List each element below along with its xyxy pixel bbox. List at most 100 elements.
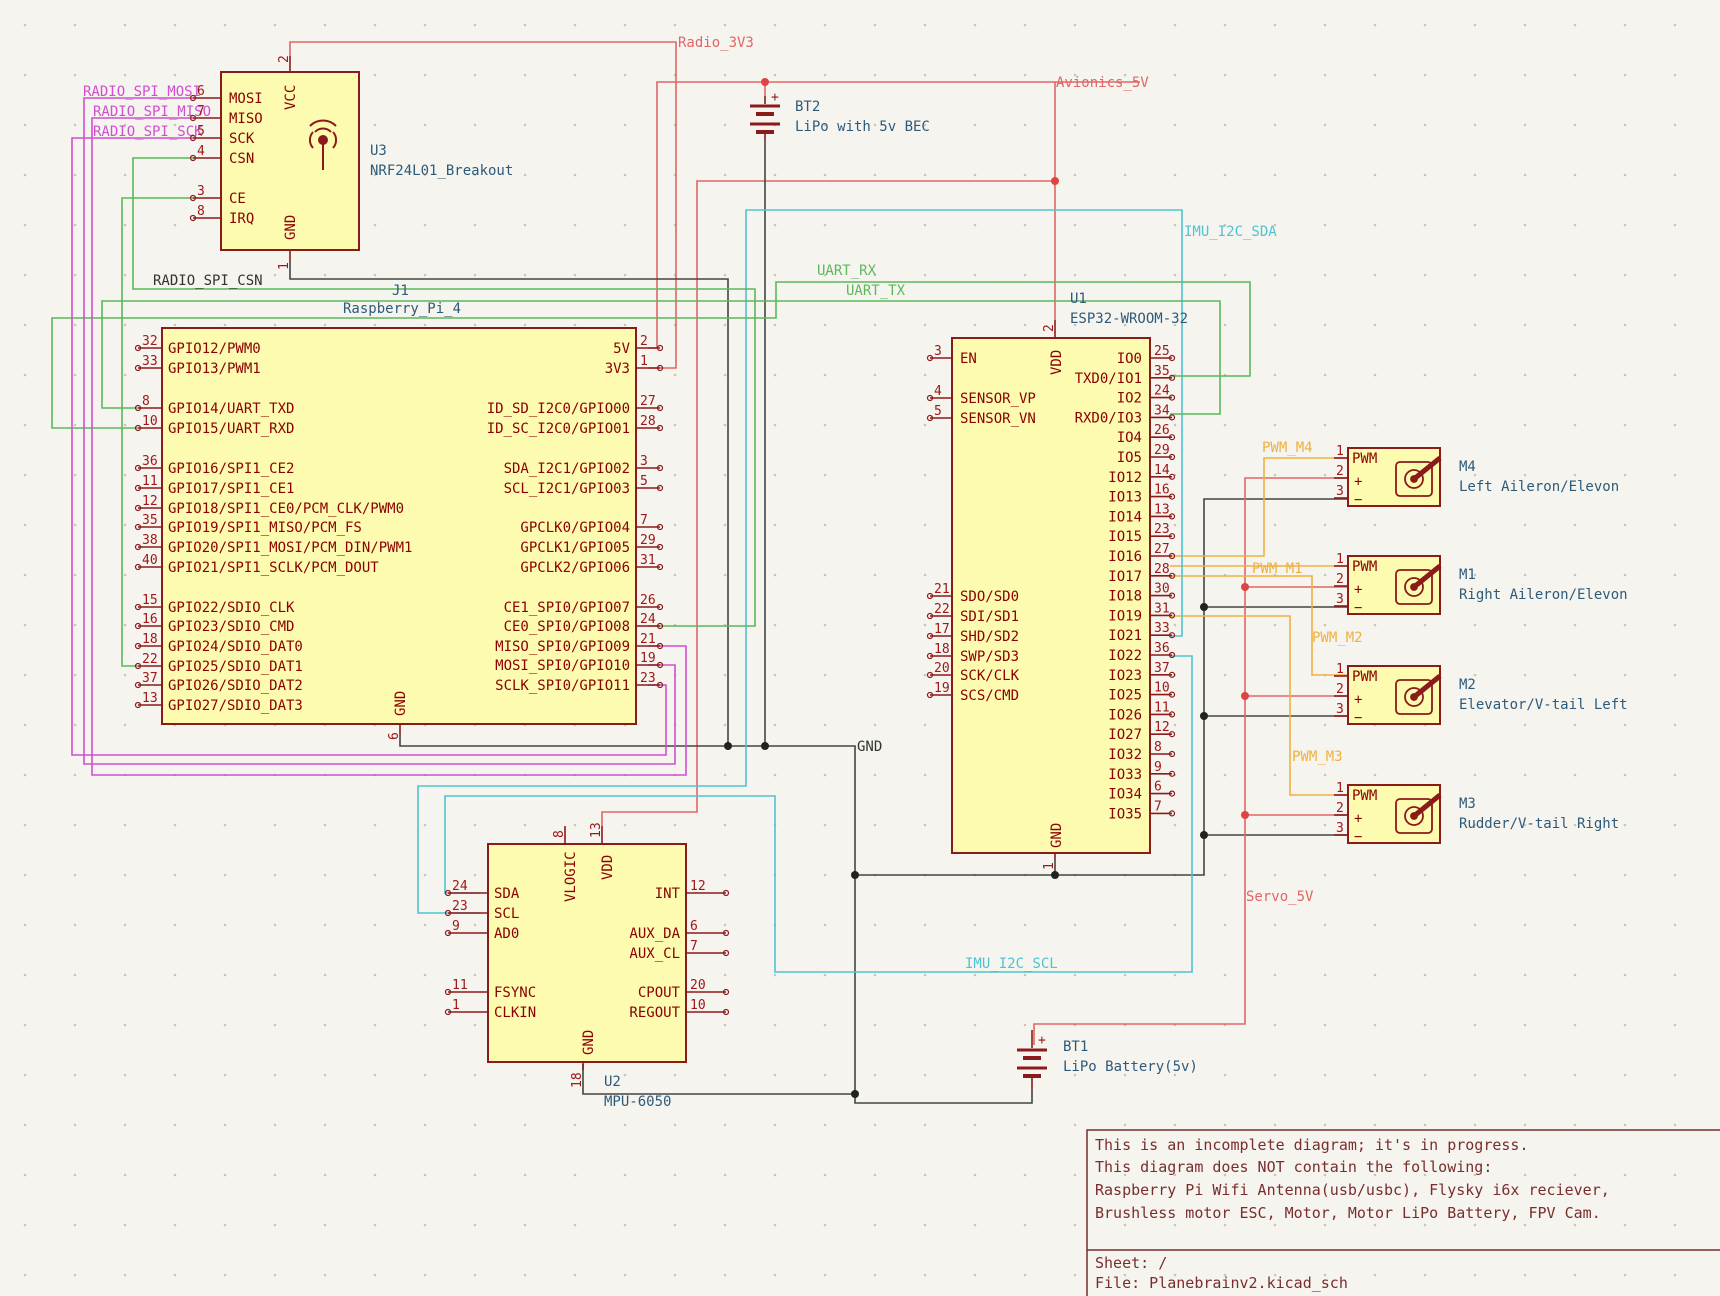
u1-gnd-label: GND <box>1049 823 1065 848</box>
u3-pin-name: CE <box>229 191 246 207</box>
u1-pin-name: TXD0/IO1 <box>1075 371 1142 387</box>
j1-pin-number: 32 <box>142 334 158 349</box>
j1-pin-name: GPIO15/UART_RXD <box>168 421 294 437</box>
j1-pin-name: SCL_I2C1/GPIO03 <box>504 481 630 497</box>
j1-pin-number: 27 <box>640 394 656 409</box>
servo-pin-number: 2 <box>1336 801 1344 816</box>
u2-pin-number: 7 <box>690 939 698 954</box>
u3-pin-number: 6 <box>197 84 205 99</box>
servo-ref: M1 <box>1459 567 1476 583</box>
component-j1[interactable]: J1 Raspberry_Pi_4 32 GPIO12/PWM033 GPIO13/… <box>134 283 664 740</box>
j1-pin-number: 13 <box>142 691 158 706</box>
servo-plus-label: + <box>1354 474 1362 490</box>
u1-gnd-num: 1 <box>1042 862 1057 870</box>
u3-pin-name: SCK <box>229 131 255 147</box>
u2-vdd-num: 13 <box>589 822 604 838</box>
j1-pin-number: 15 <box>142 593 158 608</box>
j1-pin-number: 18 <box>142 632 158 647</box>
junction <box>1200 831 1208 839</box>
u1-pin-name: SHD/SD2 <box>960 629 1019 645</box>
u1-pin-name: IO2 <box>1117 391 1142 407</box>
u2-pin-name: SCL <box>494 906 519 922</box>
u1-pin-name: RXD0/IO3 <box>1075 410 1142 426</box>
u1-pin-number: 13 <box>1154 502 1170 517</box>
j1-pin-name: GPIO21/SPI1_SCLK/PCM_DOUT <box>168 560 379 576</box>
u1-pin-name: IO34 <box>1108 787 1142 803</box>
j1-pin-number: 29 <box>640 533 656 548</box>
u1-pin-name: EN <box>960 351 977 367</box>
u3-vcc-num: 2 <box>277 55 292 63</box>
j1-pin-name: GPIO26/SDIO_DAT2 <box>168 678 303 694</box>
j1-pin-name: ID_SC_I2C0/GPIO01 <box>487 421 630 437</box>
u2-vdd-label: VDD <box>600 855 616 880</box>
servo-pwm-label: PWM <box>1352 669 1377 685</box>
u1-pin-name: IO23 <box>1108 668 1142 684</box>
junction <box>761 78 769 86</box>
j1-pin-number: 3 <box>640 454 648 469</box>
j1-pin-name: GPCLK2/GPIO06 <box>520 560 630 576</box>
j1-pin-name: GPIO23/SDIO_CMD <box>168 619 294 635</box>
servo-pwm-label: PWM <box>1352 788 1377 804</box>
j1-pin-number: 5 <box>640 474 648 489</box>
u1-pin-name: SENSOR_VP <box>960 391 1036 407</box>
u2-value: MPU-6050 <box>604 1094 671 1110</box>
u2-pin-name: FSYNC <box>494 985 536 1001</box>
u2-pin-name: CLKIN <box>494 1005 536 1021</box>
u3-pin-number: 4 <box>197 144 205 159</box>
u1-pin-name: IO17 <box>1108 569 1142 585</box>
j1-pin-name: CE1_SPI0/GPIO07 <box>504 600 630 616</box>
u1-pin-name: IO27 <box>1108 727 1142 743</box>
servo-desc: Right Aileron/Elevon <box>1459 587 1628 603</box>
j1-ref: J1 <box>392 283 409 299</box>
j1-pin-number: 38 <box>142 533 158 548</box>
servo-pin-number: 2 <box>1336 464 1344 479</box>
junction <box>761 742 769 750</box>
u2-pin-number: 1 <box>452 998 460 1013</box>
u3-pin-number: 8 <box>197 204 205 219</box>
u2-vlogic-label: VLOGIC <box>563 851 579 902</box>
u2-gnd-label: GND <box>581 1030 597 1055</box>
u3-gnd-num: 1 <box>277 262 292 270</box>
file-label: File: Planebrainv2.kicad_sch <box>1095 1274 1348 1292</box>
net-label-radio-mosi: RADIO_SPI_MOSI <box>83 84 201 100</box>
junction <box>1241 811 1249 819</box>
servo-pin-number: 3 <box>1336 592 1344 607</box>
j1-pin-number: 36 <box>142 454 158 469</box>
component-u1[interactable]: U1 ESP32-WROOM-32 3 EN 4 SENSOR_VP 5 SENSOR_V… <box>926 291 1189 870</box>
u3-pin-name: MOSI <box>229 91 263 107</box>
servo-pin-number: 1 <box>1336 552 1344 567</box>
servo-plus-label: + <box>1354 692 1362 708</box>
u1-pin-name: IO35 <box>1108 806 1142 822</box>
servo-pwm-label: PWM <box>1352 451 1377 467</box>
j1-pin-number: 26 <box>640 593 656 608</box>
u1-pin-name: IO15 <box>1108 529 1142 545</box>
servo-minus-label: − <box>1354 710 1362 726</box>
j1-pin-name: GPIO20/SPI1_MOSI/PCM_DIN/PWM1 <box>168 540 412 556</box>
u2-pin-name: REGOUT <box>629 1005 680 1021</box>
u2-pin-number: 24 <box>452 879 468 894</box>
net-label-uart-rx: UART_RX <box>817 263 877 279</box>
j1-pin-name: GPIO13/PWM1 <box>168 361 261 377</box>
u1-pin-number: 11 <box>1154 700 1170 715</box>
servo-desc: Elevator/V-tail Left <box>1459 697 1628 713</box>
j1-pin-name: GPCLK0/GPIO04 <box>520 520 630 536</box>
j1-pin-name: MISO_SPI0/GPIO09 <box>495 639 630 655</box>
u1-pin-name: SDO/SD0 <box>960 589 1019 605</box>
j1-pin-number: 40 <box>142 553 158 568</box>
net-label-gnd: GND <box>857 739 882 755</box>
servo-pin-number: 2 <box>1336 572 1344 587</box>
servo-pwm-label: PWM <box>1352 559 1377 575</box>
u1-pin-name: IO32 <box>1108 747 1142 763</box>
schematic-canvas: Radio_3V3 Avionics_5V IMU_I2C_SDA IMU_I2… <box>0 0 1720 1296</box>
net-label-radio-3v3: Radio_3V3 <box>678 35 754 51</box>
u1-pin-name: SDI/SD1 <box>960 609 1019 625</box>
u2-pin-name: AUX_CL <box>629 946 680 962</box>
junction <box>1241 583 1249 591</box>
u1-pin-name: IO0 <box>1117 351 1142 367</box>
u2-pin-name: AUX_DA <box>629 926 680 942</box>
u1-pin-number: 30 <box>1154 582 1170 597</box>
j1-pin-number: 33 <box>142 354 158 369</box>
u1-pin-number: 26 <box>1154 423 1170 438</box>
net-label-imu-scl: IMU_I2C_SCL <box>965 956 1058 972</box>
bt1-plus: + <box>1038 1033 1046 1048</box>
